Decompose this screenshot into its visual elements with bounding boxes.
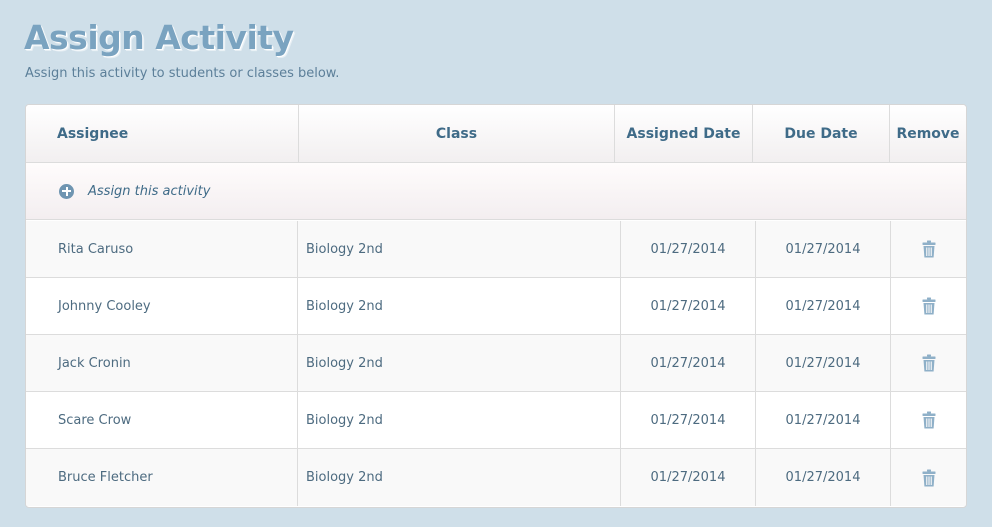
assigned-date-cell: 01/27/2014 — [621, 449, 756, 506]
column-header-remove: Remove — [896, 125, 960, 142]
column-header-assigned-date: Assigned Date — [615, 105, 753, 162]
assigned-date-cell: 01/27/2014 — [621, 221, 756, 277]
plus-circle-icon — [59, 183, 74, 199]
assignee-cell: Rita Caruso — [26, 221, 298, 277]
due-date-cell: 01/27/2014 — [756, 278, 891, 334]
trash-icon[interactable] — [922, 354, 936, 372]
assign-activity-label: Assign this activity — [88, 183, 211, 199]
due-date-cell: 01/27/2014 — [756, 392, 891, 448]
column-header-due-date: Due Date — [753, 105, 890, 162]
assigned-date-cell: 01/27/2014 — [621, 278, 756, 334]
remove-cell — [891, 449, 966, 506]
trash-icon[interactable] — [922, 297, 936, 315]
class-cell: Biology 2nd — [298, 392, 621, 448]
trash-icon[interactable] — [922, 469, 936, 487]
assign-activity-button[interactable]: Assign this activity — [26, 163, 966, 220]
due-date-cell: 01/27/2014 — [756, 221, 891, 277]
table-row: Rita Caruso Biology 2nd 01/27/2014 01/27/20… — [26, 221, 966, 278]
remove-cell — [891, 221, 966, 277]
due-date-cell: 01/27/2014 — [756, 335, 891, 391]
assignee-cell: Jack Cronin — [26, 335, 298, 391]
page-title: Assign Activity — [24, 18, 294, 57]
assignee-cell: Scare Crow — [26, 392, 298, 448]
assignment-table: Assignee Class Assigned Date Due Date Re… — [25, 104, 967, 508]
column-header-assignee: Assignee — [26, 105, 299, 162]
table-row: Scare Crow Biology 2nd 01/27/2014 01/27/201… — [26, 392, 966, 449]
remove-cell — [891, 392, 966, 448]
due-date-cell: 01/27/2014 — [756, 449, 891, 506]
trash-icon[interactable] — [922, 411, 936, 429]
class-cell: Biology 2nd — [298, 278, 621, 334]
assignee-cell: Bruce Fletcher — [26, 449, 298, 506]
assigned-date-cell: 01/27/2014 — [621, 335, 756, 391]
class-cell: Biology 2nd — [298, 221, 621, 277]
class-cell: Biology 2nd — [298, 449, 621, 506]
assigned-date-cell: 01/27/2014 — [621, 392, 756, 448]
page-subtitle: Assign this activity to students or clas… — [25, 66, 340, 81]
trash-icon[interactable] — [922, 240, 936, 258]
table-header-row: Assignee Class Assigned Date Due Date Re… — [26, 105, 966, 163]
column-header-class: Class — [299, 105, 615, 162]
remove-cell — [891, 278, 966, 334]
table-row: Jack Cronin Biology 2nd 01/27/2014 01/27/20… — [26, 335, 966, 392]
assignee-cell: Johnny Cooley — [26, 278, 298, 334]
table-row: Bruce Fletcher Biology 2nd 01/27/2014 01/27… — [26, 449, 966, 506]
remove-cell — [891, 335, 966, 391]
class-cell: Biology 2nd — [298, 335, 621, 391]
table-row: Johnny Cooley Biology 2nd 01/27/2014 01/27/… — [26, 278, 966, 335]
